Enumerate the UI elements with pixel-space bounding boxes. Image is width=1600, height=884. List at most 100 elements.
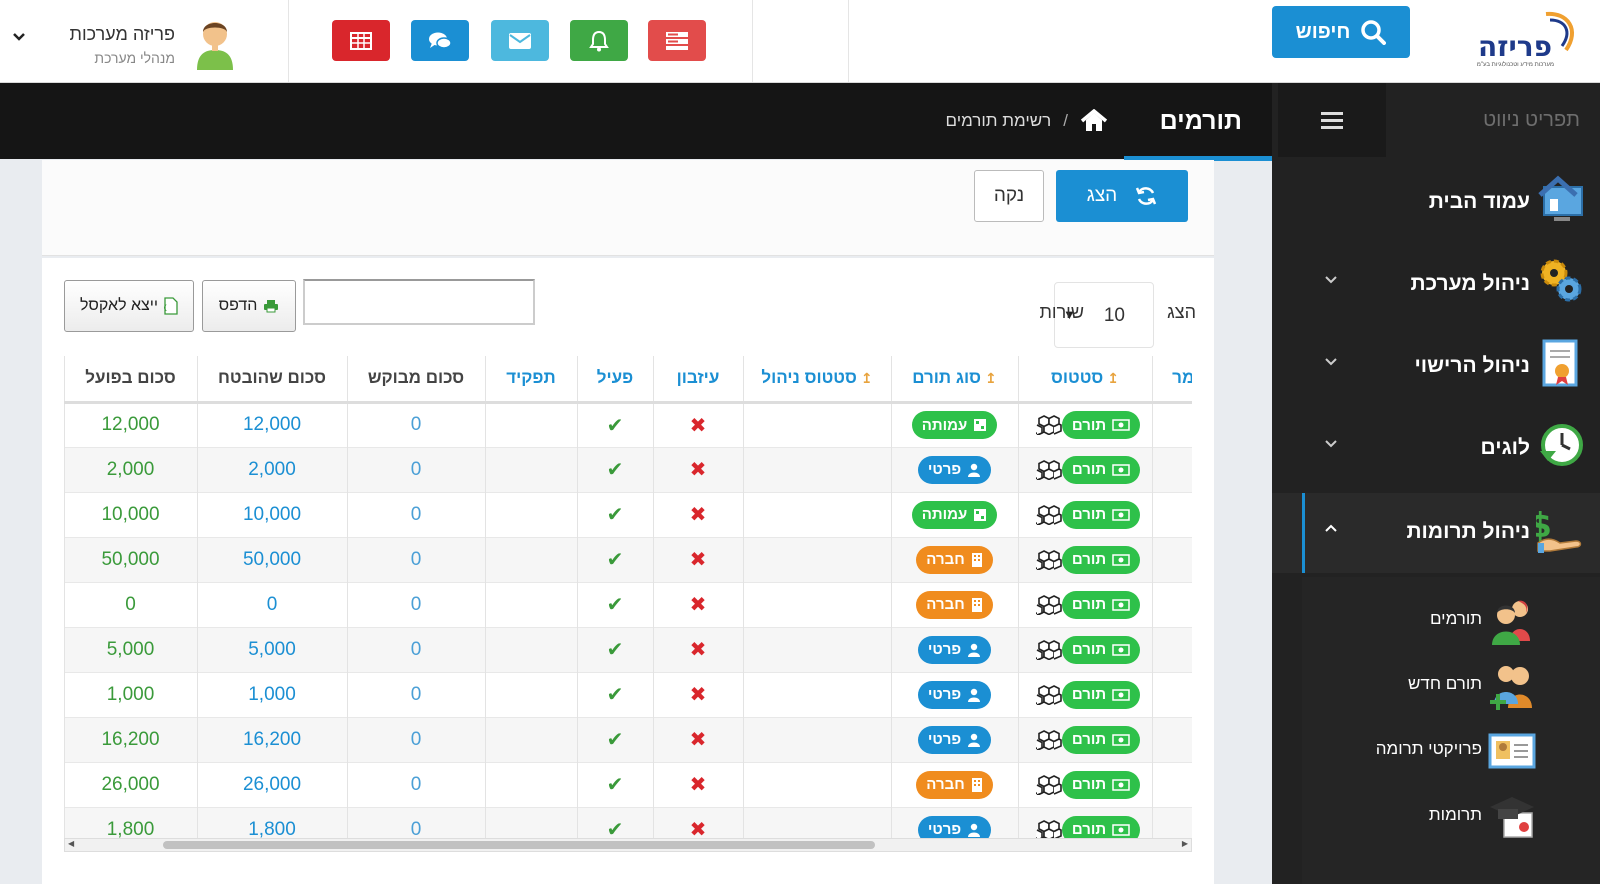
cubes-icon[interactable] — [1035, 594, 1062, 615]
cubes-icon[interactable] — [1035, 774, 1062, 795]
table-scroll-area[interactable]: מר↥סטטוס↥סוג תורם↥סטטוס ניהולעיזבוןפעילת… — [64, 356, 1192, 864]
search-button[interactable]: חיפוש — [1272, 6, 1410, 58]
status-badge[interactable]: תורם — [1061, 545, 1141, 574]
cubes-icon[interactable] — [1035, 504, 1062, 525]
column-header[interactable]: ↥סטטוס ניהול — [742, 356, 891, 404]
cubes-icon[interactable] — [1035, 415, 1062, 435]
table-row[interactable]: תורם חברה ✖ ✔ 0 0 0 — [64, 581, 1192, 627]
column-header[interactable]: מר — [1151, 356, 1192, 404]
sidebar-subitem-donations[interactable]: תרומות — [1302, 783, 1600, 849]
column-header[interactable]: תפקיד — [484, 356, 577, 404]
table-row[interactable]: תורם עמותה ✖ ✔ 0 12,000 12,000 — [64, 401, 1192, 447]
donor-type-badge[interactable]: פרטי — [917, 635, 992, 664]
messages-button[interactable] — [491, 20, 549, 61]
sidebar-item-system[interactable]: ניהול מערכת — [1272, 245, 1600, 325]
home-icon[interactable] — [1080, 109, 1108, 133]
sidebar-subitem-donors[interactable]: תורמים — [1302, 587, 1600, 653]
status-badge[interactable]: תורם — [1061, 411, 1141, 439]
cell-estate: ✖ — [652, 626, 743, 672]
show-button[interactable]: הצג — [1056, 170, 1188, 222]
check-icon: ✔ — [606, 549, 624, 571]
graduation-icon — [1490, 797, 1534, 838]
scroll-left-icon[interactable]: ◀ — [68, 839, 74, 848]
table-row[interactable]: תורם פרטי ✖ ✔ 0 16,200 16,200 — [64, 716, 1192, 762]
notifications-button[interactable] — [570, 20, 628, 61]
column-header[interactable]: עיזבון — [652, 356, 743, 404]
sidebar-item-logs[interactable]: לוגים — [1272, 409, 1600, 489]
column-header[interactable]: סכום בפועל — [64, 356, 197, 404]
table-button[interactable] — [332, 20, 390, 61]
sort-icon[interactable]: ↥ — [985, 370, 997, 386]
divider — [752, 0, 753, 82]
cross-icon: ✖ — [689, 414, 707, 437]
cell-role — [484, 446, 577, 492]
user-menu[interactable]: פריזה מערכות מנהלי מערכת — [12, 10, 247, 72]
status-badge[interactable]: תורם — [1061, 635, 1141, 664]
cubes-icon[interactable] — [1035, 549, 1062, 570]
cubes-icon[interactable] — [1035, 819, 1062, 840]
cell-management-status — [742, 536, 891, 582]
status-badge[interactable]: תורם — [1061, 725, 1141, 754]
table-row[interactable]: תורם עמותה ✖ ✔ 0 10,000 10,000 — [64, 491, 1192, 537]
table-row[interactable]: תורם חברה ✖ ✔ 0 26,000 26,000 — [64, 761, 1192, 807]
cubes-icon[interactable] — [1035, 729, 1062, 750]
donor-type-badge[interactable]: חברה — [916, 545, 993, 574]
status-badge[interactable]: תורם — [1061, 455, 1141, 484]
column-header[interactable]: ↥סטטוס — [1017, 356, 1152, 404]
donor-type-badge[interactable]: עמותה — [911, 500, 998, 529]
table-row[interactable]: תורם פרטי ✖ ✔ 0 1,000 1,000 — [64, 671, 1192, 717]
cubes-icon[interactable] — [1035, 459, 1062, 480]
clear-button[interactable]: נקה — [974, 170, 1044, 222]
horizontal-scrollbar[interactable]: ◀ ▶ — [64, 838, 1192, 852]
print-icon — [264, 300, 279, 313]
divider — [288, 0, 289, 82]
cell-donor-type: פרטי — [890, 446, 1018, 492]
scroll-right-icon[interactable]: ▶ — [1182, 839, 1188, 848]
status-badge[interactable]: תורם — [1061, 590, 1141, 619]
sidebar-subitem-projects[interactable]: פרויקטי תרומה — [1302, 717, 1600, 783]
column-header[interactable]: סכום שהובטח — [196, 356, 347, 404]
status-badge-label: תורם — [1071, 776, 1107, 793]
cell-estate: ✖ — [652, 491, 743, 537]
sidebar-item-home[interactable]: עמוד הבית — [1272, 163, 1600, 243]
donor-type-badge[interactable]: פרטי — [917, 680, 992, 709]
donor-type-badge[interactable]: פרטי — [917, 725, 992, 754]
cell-promised-amount: 2,000 — [196, 446, 347, 492]
table-header-row: מר↥סטטוס↥סוג תורם↥סטטוס ניהולעיזבוןפעילת… — [64, 356, 1192, 404]
column-header[interactable]: פעיל — [576, 356, 653, 404]
chat-button[interactable] — [411, 20, 469, 61]
donor-type-badge[interactable]: פרטי — [917, 455, 992, 484]
sort-icon[interactable]: ↥ — [1107, 370, 1119, 386]
print-button[interactable]: הדפס — [202, 280, 296, 332]
status-badge[interactable]: תורם — [1061, 680, 1141, 709]
sidebar-item-donations[interactable]: $ ניהול תרומות — [1272, 493, 1600, 573]
table-row[interactable]: תורם פרטי ✖ ✔ 0 2,000 2,000 — [64, 446, 1192, 492]
cubes-icon[interactable] — [1035, 684, 1062, 705]
sidebar-subitem-new-donor[interactable]: תורם חדש — [1302, 652, 1600, 718]
sidebar-item-licensing[interactable]: ניהול הרישוי — [1272, 327, 1600, 407]
cross-icon: ✖ — [689, 639, 707, 661]
table-row[interactable]: תורם פרטי ✖ ✔ 0 5,000 5,000 — [64, 626, 1192, 672]
check-icon: ✔ — [606, 504, 624, 526]
status-badge[interactable]: תורם — [1061, 770, 1141, 799]
donor-type-badge[interactable]: עמותה — [911, 411, 998, 439]
breadcrumb-current[interactable]: רשימת תורמים — [946, 111, 1052, 131]
donor-type-badge[interactable]: חברה — [916, 590, 993, 619]
sort-icon[interactable]: ↥ — [861, 370, 873, 386]
menu-toggle-button[interactable] — [1278, 83, 1386, 157]
column-header[interactable]: סכום מבוקש — [346, 356, 485, 404]
server-button[interactable] — [648, 20, 706, 61]
search-icon — [1361, 20, 1387, 45]
export-excel-button[interactable]: X ייצא לאקסל — [64, 280, 194, 332]
donor-type-badge[interactable]: חברה — [916, 770, 993, 799]
svg-text:X: X — [164, 304, 167, 314]
cell-promised-amount: 26,000 — [196, 761, 347, 807]
status-badge[interactable]: תורם — [1061, 500, 1141, 529]
cubes-icon[interactable] — [1035, 639, 1062, 660]
scrollbar-thumb[interactable] — [163, 841, 875, 849]
table-row[interactable]: תורם חברה ✖ ✔ 0 50,000 50,000 — [64, 536, 1192, 582]
company-logo[interactable]: פריזה מערכות מידע וטכנולוגיות בע"מ — [1470, 10, 1580, 70]
cell-donor-type: פרטי — [890, 626, 1018, 672]
column-header[interactable]: ↥סוג תורם — [890, 356, 1018, 404]
table-search-input[interactable] — [303, 279, 535, 325]
